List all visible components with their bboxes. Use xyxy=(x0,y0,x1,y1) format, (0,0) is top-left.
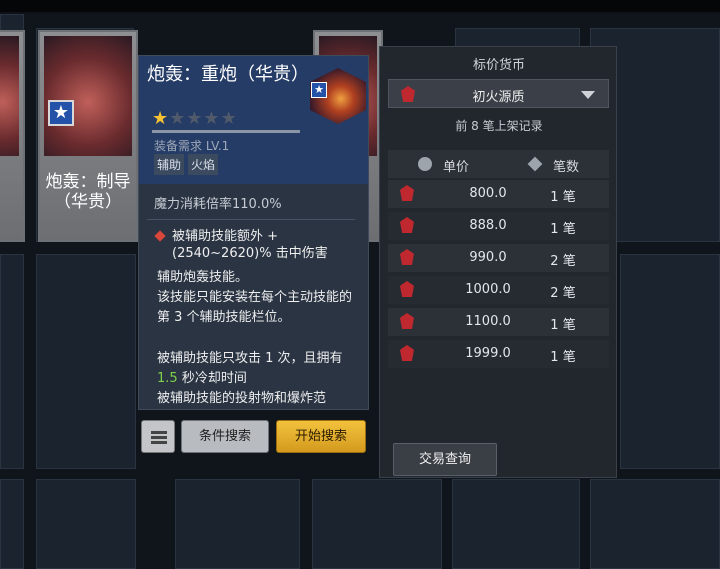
grid-cell[interactable] xyxy=(312,479,442,569)
menu-button[interactable] xyxy=(141,420,175,453)
tooltip-title: 炮轰：重炮（华贵） xyxy=(147,64,309,85)
table-row[interactable]: 800.0 1 笔 xyxy=(388,180,609,208)
star-badge-icon: ★ xyxy=(48,100,74,126)
currency-gem-icon xyxy=(400,313,414,329)
star-icon: ★ xyxy=(152,108,170,129)
row-qty: 1 笔 xyxy=(550,318,576,333)
grid-cell[interactable] xyxy=(36,254,136,469)
price-panel: 标价货币 初火源质 前 8 笔上架记录 单价 笔数 800.0 1 笔 888.… xyxy=(379,46,617,478)
star-icon: ★ xyxy=(186,108,204,129)
grid-cell[interactable] xyxy=(620,254,720,469)
row-price: 990.0 xyxy=(469,250,507,265)
table-row[interactable]: 1999.0 1 笔 xyxy=(388,340,609,368)
trade-query-button[interactable]: 交易查询 xyxy=(393,443,497,476)
column-header-price: 单价 xyxy=(443,160,470,175)
grid-cell[interactable] xyxy=(0,479,24,569)
grid-cell[interactable] xyxy=(590,479,720,569)
start-search-button[interactable]: 开始搜索 xyxy=(276,420,366,453)
listing-table: 800.0 1 笔 888.0 1 笔 990.0 2 笔 1000.0 2 笔… xyxy=(388,180,609,372)
row-qty: 1 笔 xyxy=(550,222,576,237)
listing-subtitle: 前 8 笔上架记录 xyxy=(455,119,543,133)
description-line: 该技能只能安装在每个主动技能的第 3 个辅助技能栏位。 xyxy=(157,290,353,325)
description-text: 被辅助技能只攻击 1 次，且拥有 xyxy=(157,351,343,366)
top-bar xyxy=(0,0,720,12)
currency-gem-icon xyxy=(400,345,414,361)
tag-list: 辅助 火焰 xyxy=(154,154,219,175)
column-header-qty: 笔数 xyxy=(553,160,580,175)
grid-cell[interactable] xyxy=(36,479,136,569)
currency-gem-icon xyxy=(400,185,414,201)
star-icon: ★ xyxy=(169,108,187,129)
star-icon: ★ xyxy=(203,108,221,129)
currency-gem-icon xyxy=(400,281,414,297)
row-qty: 2 笔 xyxy=(550,286,576,301)
row-price: 800.0 xyxy=(469,186,507,201)
requirement-text: 装备需求 LV.1 xyxy=(154,139,230,153)
layers-icon xyxy=(527,156,543,172)
rating-stars: ★★★★★ xyxy=(152,108,238,129)
table-row[interactable]: 990.0 2 笔 xyxy=(388,244,609,272)
description-2: 被辅助技能只攻击 1 次，且拥有 1.5 秒冷却时间 被辅助技能的投射物和爆炸范 xyxy=(157,349,362,409)
effect-text: 被辅助技能额外 +(2540~2620)% 击中伤害 xyxy=(172,229,328,261)
table-header: 单价 笔数 xyxy=(388,150,609,178)
currency-value: 初火源质 xyxy=(472,90,525,105)
row-price: 1100.0 xyxy=(465,314,511,329)
star-icon: ★ xyxy=(220,108,238,129)
skill-art xyxy=(44,36,132,156)
divider xyxy=(147,219,355,220)
currency-gem-icon xyxy=(400,249,414,265)
tag: 辅助 xyxy=(154,154,185,175)
mana-multiplier: 魔力消耗倍率110.0% xyxy=(154,197,282,212)
chevron-down-icon xyxy=(581,91,595,99)
description: 辅助炮轰技能。 该技能只能安装在每个主动技能的第 3 个辅助技能栏位。 xyxy=(157,268,362,328)
grid-cell[interactable] xyxy=(175,479,300,569)
coin-stack-icon xyxy=(418,157,432,171)
cooldown-value: 1.5 xyxy=(157,371,178,386)
menu-icon xyxy=(151,441,167,444)
star-badge-icon: ★ xyxy=(311,82,327,98)
description-line: 被辅助技能的投射物和爆炸范 xyxy=(157,391,327,406)
tag: 火焰 xyxy=(188,154,219,175)
table-row[interactable]: 888.0 1 笔 xyxy=(388,212,609,240)
item-card[interactable]: ★ 炮轰：制导 （华贵） xyxy=(38,30,138,242)
grid-cell[interactable] xyxy=(0,254,24,469)
description-text: 秒冷却时间 xyxy=(177,371,247,386)
item-card-label-line1: 炮轰：制导 xyxy=(45,172,131,192)
item-card-label-line2: （华贵） xyxy=(54,192,122,212)
row-qty: 2 笔 xyxy=(550,254,576,269)
row-price: 888.0 xyxy=(469,218,507,233)
filter-search-button[interactable]: 条件搜索 xyxy=(181,420,269,453)
item-tooltip: 炮轰：重炮（华贵） ★ ★★★★★ 装备需求 LV.1 辅助 火焰 魔力消耗倍率… xyxy=(138,55,369,410)
table-row[interactable]: 1100.0 1 笔 xyxy=(388,308,609,336)
row-qty: 1 笔 xyxy=(550,190,576,205)
grid-cell[interactable] xyxy=(452,479,580,569)
currency-gem-icon xyxy=(400,217,414,233)
currency-select[interactable]: 初火源质 xyxy=(388,79,609,108)
item-card-label: 炮轰：制导 （华贵） xyxy=(40,172,136,212)
menu-icon xyxy=(151,431,167,434)
table-row[interactable]: 1000.0 2 笔 xyxy=(388,276,609,304)
level-bar xyxy=(152,130,300,133)
skill-art xyxy=(0,36,19,156)
diamond-bullet-icon xyxy=(154,230,166,242)
row-price: 1999.0 xyxy=(465,346,511,361)
item-card[interactable] xyxy=(0,30,25,242)
row-qty: 1 笔 xyxy=(550,350,576,365)
row-price: 1000.0 xyxy=(465,282,511,297)
menu-icon xyxy=(151,436,167,439)
panel-title: 标价货币 xyxy=(472,58,525,73)
description-line: 辅助炮轰技能。 xyxy=(157,270,249,285)
